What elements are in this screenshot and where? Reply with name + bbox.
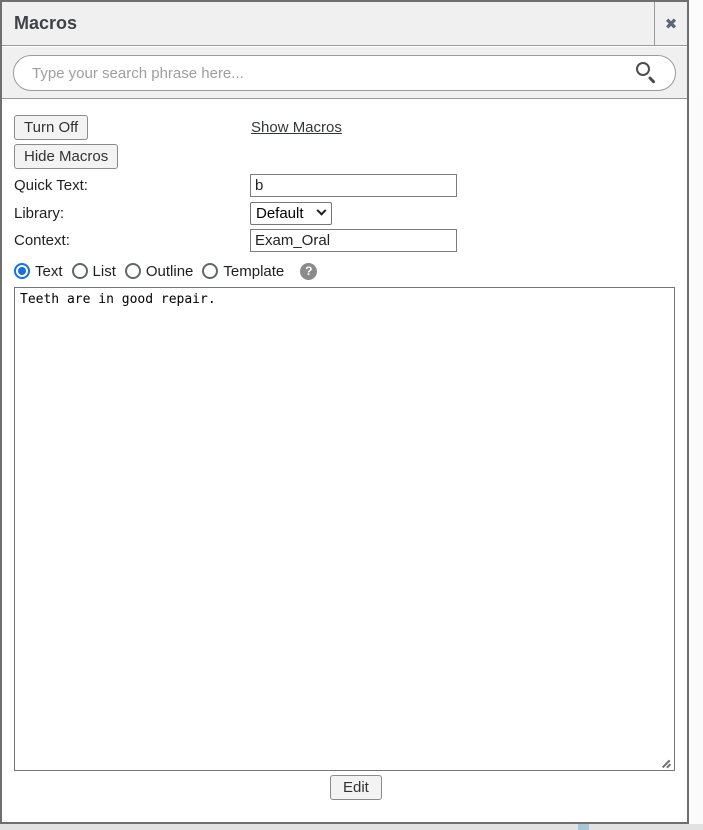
close-button[interactable]: ✖ <box>654 2 687 46</box>
search-bar <box>13 55 676 91</box>
edit-button[interactable]: Edit <box>330 775 382 800</box>
turn-off-button[interactable]: Turn Off <box>14 115 88 140</box>
show-macros-link[interactable]: Show Macros <box>251 119 342 136</box>
radio-label: List <box>93 263 116 280</box>
library-select[interactable]: Default <box>250 202 332 225</box>
radio-option-text[interactable]: Text <box>14 263 63 280</box>
mode-radio-group: Text List Outline Template ? <box>14 260 317 282</box>
radio-unselected-icon <box>72 263 88 279</box>
radio-unselected-icon <box>125 263 141 279</box>
close-icon: ✖ <box>665 15 678 33</box>
radio-unselected-icon <box>202 263 218 279</box>
page-background-accent <box>578 824 589 830</box>
library-label: Library: <box>14 205 64 222</box>
hide-macros-button[interactable]: Hide Macros <box>14 144 118 169</box>
library-selected-value: Default <box>256 205 314 222</box>
search-input[interactable] <box>14 56 635 90</box>
chevron-down-icon <box>317 206 327 216</box>
dialog-title: Macros <box>14 13 77 34</box>
radio-option-list[interactable]: List <box>72 263 116 280</box>
radio-option-template[interactable]: Template <box>202 263 284 280</box>
search-icon[interactable] <box>635 61 659 85</box>
radio-label: Template <box>223 263 284 280</box>
macros-dialog: Macros ✖ Turn Off Show Macros Hide Macro… <box>0 0 689 824</box>
macro-content-textarea[interactable]: Teeth are in good repair. <box>14 287 675 771</box>
radio-option-outline[interactable]: Outline <box>125 263 194 280</box>
context-label: Context: <box>14 232 70 249</box>
dialog-header: Macros ✖ <box>2 2 687 46</box>
help-icon[interactable]: ? <box>300 263 317 280</box>
context-input[interactable] <box>250 229 457 252</box>
search-section <box>2 47 687 99</box>
page-background-right <box>689 97 703 824</box>
quick-text-label: Quick Text: <box>14 177 88 194</box>
radio-label: Text <box>35 263 63 280</box>
radio-label: Outline <box>146 263 194 280</box>
quick-text-input[interactable] <box>250 174 457 197</box>
page-background-bottom <box>0 824 703 830</box>
radio-selected-icon <box>14 263 30 279</box>
